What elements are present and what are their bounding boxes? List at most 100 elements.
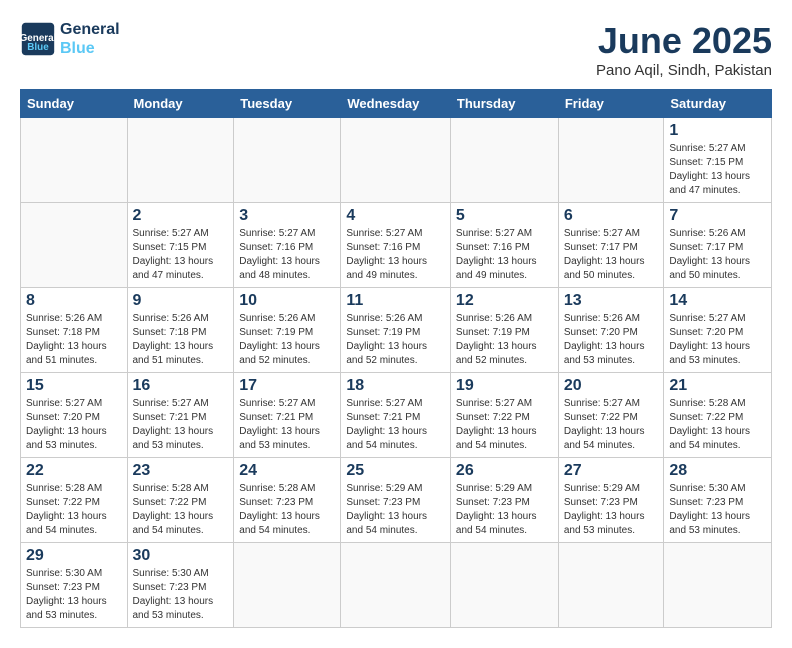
month-title: June 2025 xyxy=(596,20,772,62)
calendar-cell: 3 Sunrise: 5:27 AMSunset: 7:16 PMDaylight… xyxy=(234,203,341,288)
day-number: 6 xyxy=(564,207,659,225)
location: Pano Aqil, Sindh, Pakistan xyxy=(596,62,772,79)
calendar-cell xyxy=(341,543,451,628)
logo-text-blue: Blue xyxy=(60,39,120,58)
col-header-friday: Friday xyxy=(558,90,664,118)
day-info: Sunrise: 5:29 AMSunset: 7:23 PMDaylight:… xyxy=(346,483,427,536)
calendar-week-5: 22Sunrise: 5:28 AMSunset: 7:22 PMDayligh… xyxy=(21,458,772,543)
calendar-cell: 25 Sunrise: 5:29 AMSunset: 7:23 PMDayligh… xyxy=(341,458,451,543)
calendar-cell xyxy=(450,118,558,203)
day-info: Sunrise: 5:26 AMSunset: 7:19 PMDaylight:… xyxy=(346,313,427,366)
day-number: 13 xyxy=(564,292,659,310)
day-info: Sunrise: 5:26 AMSunset: 7:19 PMDaylight:… xyxy=(239,313,320,366)
day-number: 9 xyxy=(133,292,229,310)
logo-icon: General Blue xyxy=(20,21,56,57)
day-number: 2 xyxy=(133,207,229,225)
calendar-cell: 17Sunrise: 5:27 AMSunset: 7:21 PMDayligh… xyxy=(234,373,341,458)
day-info: Sunrise: 5:26 AMSunset: 7:17 PMDaylight:… xyxy=(669,228,750,281)
calendar-cell: 19Sunrise: 5:27 AMSunset: 7:22 PMDayligh… xyxy=(450,373,558,458)
svg-text:Blue: Blue xyxy=(27,42,49,53)
calendar-cell xyxy=(558,118,664,203)
day-info: Sunrise: 5:27 AMSunset: 7:16 PMDaylight:… xyxy=(239,228,320,281)
calendar-cell: 20Sunrise: 5:27 AMSunset: 7:22 PMDayligh… xyxy=(558,373,664,458)
day-info: Sunrise: 5:30 AMSunset: 7:23 PMDaylight:… xyxy=(26,568,107,621)
calendar-week-6: 29 Sunrise: 5:30 AMSunset: 7:23 PMDayligh… xyxy=(21,543,772,628)
day-number: 28 xyxy=(669,462,766,480)
calendar-table: SundayMondayTuesdayWednesdayThursdayFrid… xyxy=(20,89,772,628)
page-header: General Blue General Blue June 2025 Pano… xyxy=(20,20,772,79)
calendar-cell xyxy=(450,543,558,628)
calendar-cell xyxy=(21,118,128,203)
calendar-cell: 7 Sunrise: 5:26 AMSunset: 7:17 PMDaylight… xyxy=(664,203,772,288)
calendar-cell: 14Sunrise: 5:27 AMSunset: 7:20 PMDayligh… xyxy=(664,288,772,373)
day-info: Sunrise: 5:26 AMSunset: 7:18 PMDaylight:… xyxy=(26,313,107,366)
calendar-cell: 2 Sunrise: 5:27 AMSunset: 7:15 PMDaylight… xyxy=(127,203,234,288)
day-info: Sunrise: 5:28 AMSunset: 7:22 PMDaylight:… xyxy=(669,398,750,451)
calendar-cell: 23Sunrise: 5:28 AMSunset: 7:22 PMDayligh… xyxy=(127,458,234,543)
day-number: 27 xyxy=(564,462,659,480)
calendar-cell: 1 Sunrise: 5:27 AMSunset: 7:15 PMDaylight… xyxy=(664,118,772,203)
day-info: Sunrise: 5:27 AMSunset: 7:15 PMDaylight:… xyxy=(669,143,750,196)
calendar-cell: 5 Sunrise: 5:27 AMSunset: 7:16 PMDaylight… xyxy=(450,203,558,288)
calendar-week-1: 1 Sunrise: 5:27 AMSunset: 7:15 PMDaylight… xyxy=(21,118,772,203)
day-info: Sunrise: 5:27 AMSunset: 7:21 PMDaylight:… xyxy=(133,398,214,451)
calendar-cell: 29 Sunrise: 5:30 AMSunset: 7:23 PMDayligh… xyxy=(21,543,128,628)
col-header-sunday: Sunday xyxy=(21,90,128,118)
day-info: Sunrise: 5:26 AMSunset: 7:20 PMDaylight:… xyxy=(564,313,645,366)
day-number: 29 xyxy=(26,547,122,565)
day-info: Sunrise: 5:27 AMSunset: 7:21 PMDaylight:… xyxy=(346,398,427,451)
calendar-cell: 11Sunrise: 5:26 AMSunset: 7:19 PMDayligh… xyxy=(341,288,451,373)
calendar-cell: 21 Sunrise: 5:28 AMSunset: 7:22 PMDayligh… xyxy=(664,373,772,458)
day-info: Sunrise: 5:29 AMSunset: 7:23 PMDaylight:… xyxy=(564,483,645,536)
col-header-wednesday: Wednesday xyxy=(341,90,451,118)
day-info: Sunrise: 5:27 AMSunset: 7:20 PMDaylight:… xyxy=(26,398,107,451)
logo: General Blue General Blue xyxy=(20,20,120,58)
day-info: Sunrise: 5:26 AMSunset: 7:18 PMDaylight:… xyxy=(133,313,214,366)
calendar-cell: 16Sunrise: 5:27 AMSunset: 7:21 PMDayligh… xyxy=(127,373,234,458)
calendar-cell: 8 Sunrise: 5:26 AMSunset: 7:18 PMDaylight… xyxy=(21,288,128,373)
day-info: Sunrise: 5:27 AMSunset: 7:16 PMDaylight:… xyxy=(456,228,537,281)
calendar-cell: 12 Sunrise: 5:26 AMSunset: 7:19 PMDayligh… xyxy=(450,288,558,373)
day-info: Sunrise: 5:27 AMSunset: 7:20 PMDaylight:… xyxy=(669,313,750,366)
calendar-week-4: 15 Sunrise: 5:27 AMSunset: 7:20 PMDayligh… xyxy=(21,373,772,458)
day-number: 4 xyxy=(346,207,445,225)
day-number: 21 xyxy=(669,377,766,395)
day-number: 26 xyxy=(456,462,553,480)
day-number: 5 xyxy=(456,207,553,225)
day-info: Sunrise: 5:27 AMSunset: 7:16 PMDaylight:… xyxy=(346,228,427,281)
day-info: Sunrise: 5:27 AMSunset: 7:17 PMDaylight:… xyxy=(564,228,645,281)
day-info: Sunrise: 5:29 AMSunset: 7:23 PMDaylight:… xyxy=(456,483,537,536)
day-info: Sunrise: 5:28 AMSunset: 7:23 PMDaylight:… xyxy=(239,483,320,536)
day-info: Sunrise: 5:30 AMSunset: 7:23 PMDaylight:… xyxy=(133,568,214,621)
calendar-header-row: SundayMondayTuesdayWednesdayThursdayFrid… xyxy=(21,90,772,118)
calendar-cell xyxy=(234,543,341,628)
col-header-monday: Monday xyxy=(127,90,234,118)
day-number: 12 xyxy=(456,292,553,310)
day-info: Sunrise: 5:26 AMSunset: 7:19 PMDaylight:… xyxy=(456,313,537,366)
calendar-cell xyxy=(21,203,128,288)
day-number: 25 xyxy=(346,462,445,480)
calendar-cell: 10 Sunrise: 5:26 AMSunset: 7:19 PMDayligh… xyxy=(234,288,341,373)
calendar-cell xyxy=(341,118,451,203)
title-block: June 2025 Pano Aqil, Sindh, Pakistan xyxy=(596,20,772,79)
day-number: 3 xyxy=(239,207,335,225)
day-info: Sunrise: 5:27 AMSunset: 7:15 PMDaylight:… xyxy=(133,228,214,281)
day-number: 8 xyxy=(26,292,122,310)
day-info: Sunrise: 5:27 AMSunset: 7:22 PMDaylight:… xyxy=(564,398,645,451)
day-number: 15 xyxy=(26,377,122,395)
calendar-week-2: 2 Sunrise: 5:27 AMSunset: 7:15 PMDaylight… xyxy=(21,203,772,288)
day-number: 7 xyxy=(669,207,766,225)
logo-text-general: General xyxy=(60,20,120,39)
col-header-tuesday: Tuesday xyxy=(234,90,341,118)
day-number: 10 xyxy=(239,292,335,310)
col-header-saturday: Saturday xyxy=(664,90,772,118)
calendar-cell: 28Sunrise: 5:30 AMSunset: 7:23 PMDayligh… xyxy=(664,458,772,543)
col-header-thursday: Thursday xyxy=(450,90,558,118)
day-number: 23 xyxy=(133,462,229,480)
day-number: 1 xyxy=(669,122,766,140)
day-number: 30 xyxy=(133,547,229,565)
calendar-cell: 30 Sunrise: 5:30 AMSunset: 7:23 PMDayligh… xyxy=(127,543,234,628)
day-number: 18 xyxy=(346,377,445,395)
calendar-cell xyxy=(127,118,234,203)
day-info: Sunrise: 5:28 AMSunset: 7:22 PMDaylight:… xyxy=(26,483,107,536)
